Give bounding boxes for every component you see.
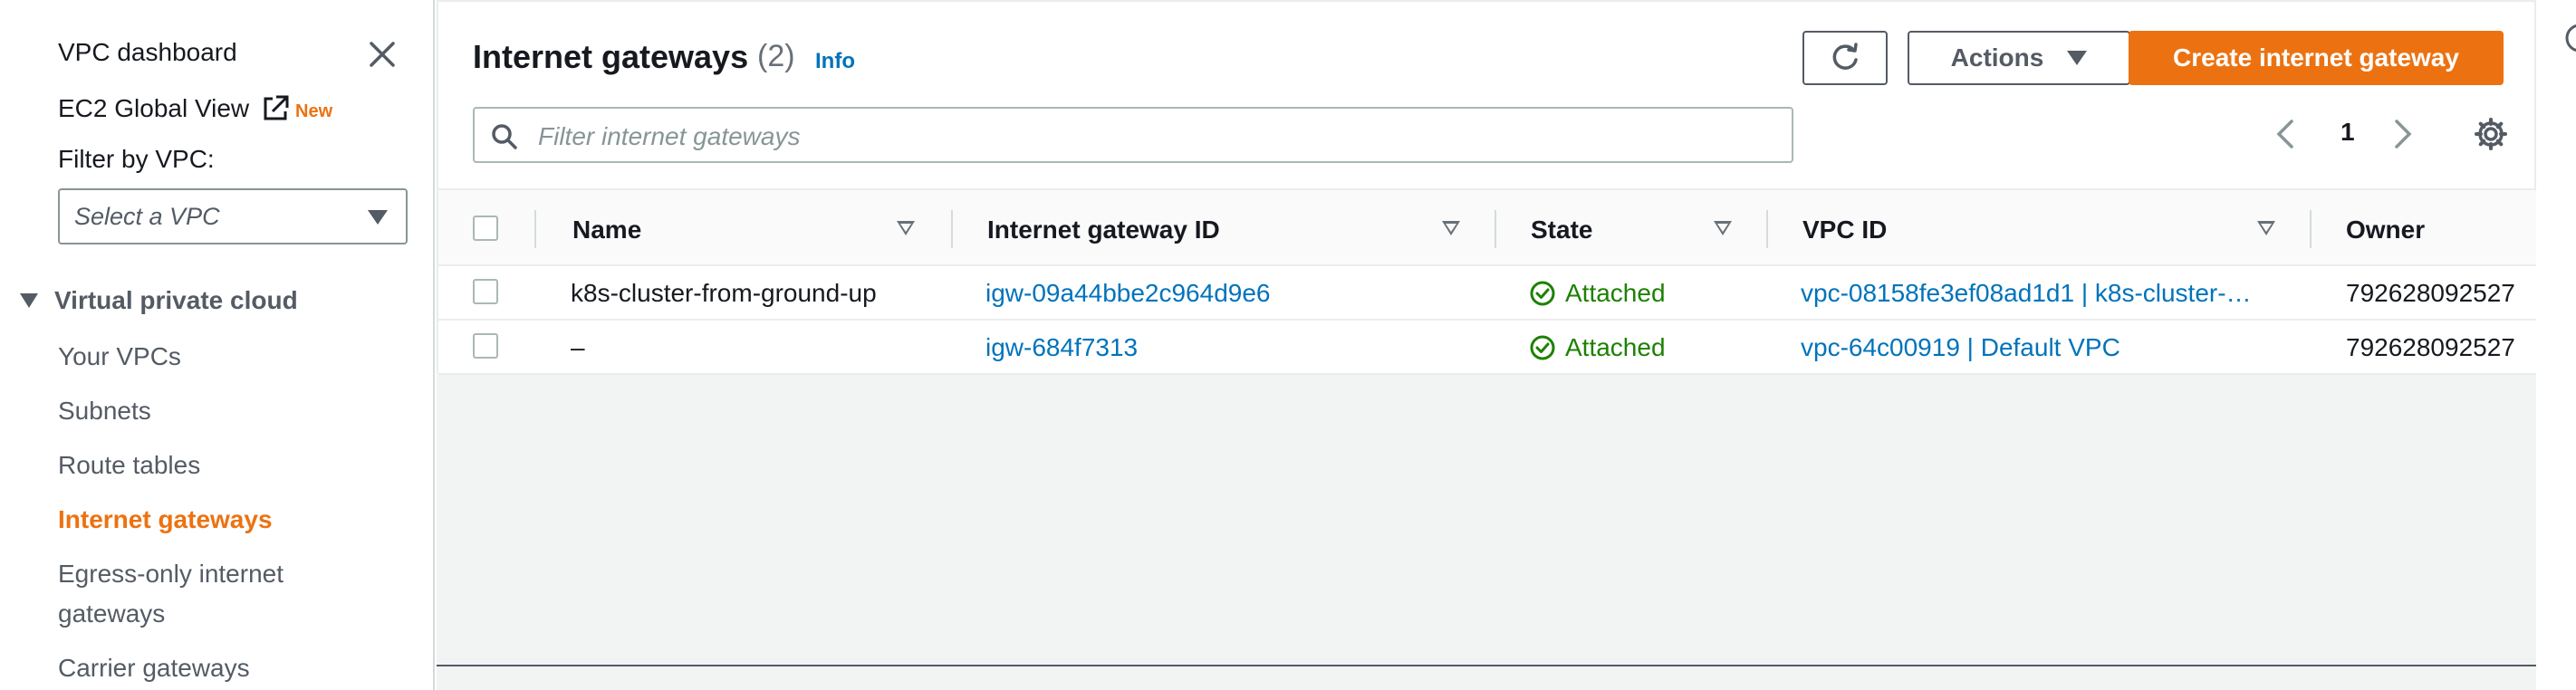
column-divider	[534, 210, 536, 248]
refresh-button[interactable]	[1802, 31, 1888, 85]
select-placeholder: Select a VPC	[74, 203, 220, 230]
check-circle-icon	[1530, 281, 1555, 306]
external-link-icon	[264, 95, 289, 120]
cell-vpc-id-link[interactable]: vpc-64c00919 | Default VPC	[1801, 333, 2290, 362]
state-label: Attached	[1565, 333, 1666, 361]
check-circle-icon	[1530, 335, 1555, 360]
cell-owner: 792628092527	[2346, 333, 2515, 361]
caret-down-icon	[20, 293, 38, 308]
cell-gateway-id-link[interactable]: igw-684f7313	[985, 333, 1138, 362]
main-content: Internet gateways (2) Info Actions Creat…	[437, 0, 2538, 690]
cell-name: k8s-cluster-from-ground-up	[571, 279, 877, 307]
page-number[interactable]: 1	[2341, 118, 2355, 147]
column-divider[interactable]	[2310, 210, 2312, 248]
sidebar-item-egress-only-internet-gateways[interactable]: Egress-only internet	[58, 554, 284, 594]
actions-label: Actions	[1950, 43, 2044, 72]
close-icon[interactable]	[364, 36, 400, 72]
sort-icon[interactable]	[1442, 221, 1460, 235]
sidebar-item-ec2-global-view[interactable]: EC2 Global View	[58, 93, 291, 124]
table-header: Name Internet gateway ID State VPC ID Ow…	[438, 188, 2538, 266]
resource-count: (2)	[757, 39, 795, 73]
sidebar-item-carrier-gateways[interactable]: Carrier gateways	[58, 648, 250, 688]
caret-down-icon	[2067, 51, 2088, 65]
table-row[interactable]: – igw-684f7313 Attached vpc-64c00919 | D…	[438, 321, 2538, 375]
section-virtual-private-cloud[interactable]: Virtual private cloud	[20, 286, 298, 315]
info-link[interactable]: Info	[815, 49, 855, 74]
actions-button[interactable]: Actions	[1908, 31, 2130, 85]
sidebar-item-egress-only-internet-gateways-cont[interactable]: gateways	[58, 594, 165, 634]
sort-icon[interactable]	[1714, 221, 1732, 235]
chevron-down-icon	[368, 210, 388, 225]
search-icon	[492, 124, 517, 149]
section-label: Virtual private cloud	[54, 286, 298, 314]
sidebar-item-subnets[interactable]: Subnets	[58, 391, 151, 431]
cell-gateway-id-link[interactable]: igw-09a44bbe2c964d9e6	[985, 279, 1271, 308]
cell-state: Attached	[1529, 333, 1666, 362]
column-header-name[interactable]: Name	[572, 216, 641, 244]
sidebar-item-label: EC2 Global View	[58, 94, 250, 122]
search-placeholder: Filter internet gateways	[538, 122, 801, 150]
search-input[interactable]: Filter internet gateways	[473, 107, 1793, 163]
table-row[interactable]: k8s-cluster-from-ground-up igw-09a44bbe2…	[438, 266, 2538, 321]
chevron-right-icon[interactable]	[2389, 116, 2417, 152]
new-badge: New	[295, 101, 333, 121]
page-title: Internet gateways	[473, 38, 749, 75]
row-checkbox[interactable]	[473, 279, 498, 304]
column-divider[interactable]	[951, 210, 953, 248]
create-internet-gateway-button[interactable]: Create internet gateway	[2129, 31, 2504, 85]
sidebar-navigation: VPC dashboard EC2 Global View New Filter…	[0, 0, 435, 690]
internet-gateways-panel: Internet gateways (2) Info Actions Creat…	[437, 0, 2538, 375]
vpc-filter-select[interactable]: Select a VPC	[58, 188, 408, 244]
column-header-internet-gateway-id[interactable]: Internet gateway ID	[987, 216, 1220, 244]
settings-gear-icon[interactable]	[2473, 116, 2509, 152]
app-root: VPC dashboard EC2 Global View New Filter…	[0, 0, 2576, 690]
state-label: Attached	[1565, 279, 1666, 307]
filter-by-vpc-label: Filter by VPC:	[58, 145, 215, 173]
column-divider[interactable]	[1495, 210, 1496, 248]
cell-owner: 792628092527	[2346, 279, 2515, 307]
column-header-owner[interactable]: Owner	[2346, 216, 2425, 244]
column-divider[interactable]	[1766, 210, 1768, 248]
sidebar-item-internet-gateways[interactable]: Internet gateways	[58, 500, 273, 540]
chevron-left-icon[interactable]	[2272, 116, 2299, 152]
cell-name: –	[571, 333, 585, 361]
sort-icon[interactable]	[897, 221, 915, 235]
column-header-state[interactable]: State	[1531, 216, 1592, 244]
select-all-checkbox[interactable]	[473, 216, 498, 241]
sidebar-item-route-tables[interactable]: Route tables	[58, 446, 200, 485]
sort-icon[interactable]	[2257, 221, 2275, 235]
cell-state: Attached	[1529, 279, 1666, 308]
right-tools-rail	[2536, 0, 2576, 690]
help-icon[interactable]	[2563, 22, 2576, 54]
sidebar-item-vpc-dashboard[interactable]: VPC dashboard	[58, 38, 237, 67]
split-panel-divider[interactable]	[437, 665, 2536, 666]
row-checkbox[interactable]	[473, 333, 498, 359]
column-header-vpc-id[interactable]: VPC ID	[1802, 216, 1887, 244]
refresh-icon	[1832, 43, 1858, 70]
cell-vpc-id-link[interactable]: vpc-08158fe3ef08ad1d1 | k8s-cluster-…	[1801, 279, 2290, 308]
sidebar-item-your-vpcs[interactable]: Your VPCs	[58, 337, 181, 377]
